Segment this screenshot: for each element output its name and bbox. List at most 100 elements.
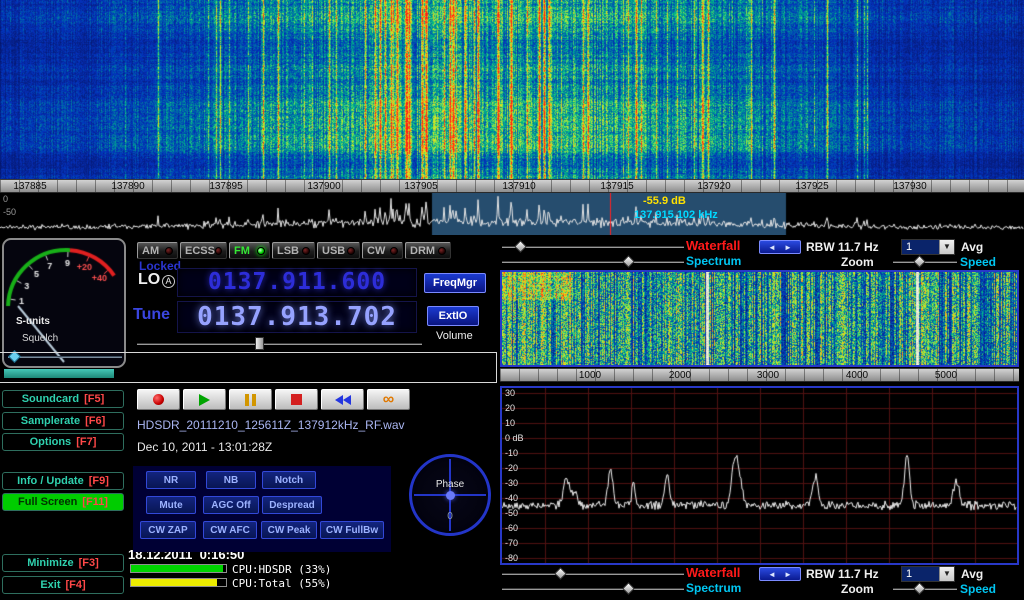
volume-slider[interactable] [137, 337, 422, 350]
cw-zap-button[interactable]: CW ZAP [140, 521, 196, 539]
recording-filename: HDSDR_20111210_125611Z_137912kHz_RF.wav [137, 418, 405, 432]
freqmgr-button[interactable]: FreqMgr [424, 273, 486, 293]
mode-label: ECSS [185, 245, 215, 257]
rf-waterfall-display[interactable] [502, 272, 1017, 365]
db-axis-label: 30 [505, 388, 515, 398]
freq-scale-tick: 137925 [795, 181, 828, 192]
fullscreen-button[interactable]: Full Screen [F11] [2, 493, 124, 511]
right-arrow-icon[interactable]: ► [784, 570, 792, 579]
info-update-button[interactable]: Info / Update [F9] [2, 472, 124, 490]
nb-button[interactable]: NB [206, 471, 256, 489]
slider-thumb[interactable] [913, 255, 926, 268]
extio-button[interactable]: ExtIO [427, 306, 479, 326]
mode-led-icon [165, 247, 173, 255]
mode-label: LSB [277, 245, 299, 257]
slider-thumb[interactable] [622, 582, 635, 595]
mode-label: DRM [410, 245, 435, 257]
freq-scale-tick: 137930 [893, 181, 926, 192]
mode-button-fm[interactable]: FM [229, 242, 270, 259]
slider-thumb[interactable] [622, 255, 635, 268]
exit-button[interactable]: Exit [F4] [2, 576, 124, 594]
loop-button[interactable]: ∞ [367, 389, 410, 410]
cw-peak-button[interactable]: CW Peak [261, 521, 317, 539]
spectrum-label-bottom[interactable]: Spectrum [686, 581, 741, 595]
slider-thumb[interactable] [554, 567, 567, 580]
zoom-label-top: Zoom [841, 255, 874, 269]
samplerate-button[interactable]: Samplerate [F6] [2, 412, 124, 430]
info-update-button-key: [F9] [89, 475, 109, 487]
waterfall-brightness-slider-bottom[interactable] [502, 567, 684, 580]
avg-select-bottom[interactable]: 1 ▼ [901, 566, 955, 582]
nr-button[interactable]: NR [146, 471, 196, 489]
info-update-button-label: Info / Update [17, 475, 84, 487]
cw-afc-button[interactable]: CW AFC [203, 521, 257, 539]
rf-scale-tick: 2000 [669, 370, 691, 381]
rewind-triangle [335, 395, 343, 405]
waterfall-brightness-slider-top[interactable] [502, 240, 684, 253]
agc-off-button[interactable]: AGC Off [203, 496, 259, 514]
despread-button[interactable]: Despread [262, 496, 322, 514]
mode-button-cw[interactable]: CW [362, 242, 403, 259]
spectrum-axis-label: 0 [3, 194, 8, 204]
record-button[interactable] [137, 389, 180, 410]
mode-button-lsb[interactable]: LSB [272, 242, 315, 259]
minimize-button[interactable]: Minimize [F3] [2, 554, 124, 572]
rewind-button[interactable] [321, 389, 364, 410]
rf-scale-tick: 3000 [757, 370, 779, 381]
waterfall-shift-buttons-top[interactable]: ◄ ► [759, 240, 801, 254]
main-waterfall-display[interactable] [0, 0, 1024, 179]
spectrum-range-slider-bottom[interactable] [502, 582, 684, 595]
mode-button-am[interactable]: AM [137, 242, 178, 259]
main-spectrum-display[interactable] [0, 193, 1024, 235]
mute-button[interactable]: Mute [146, 496, 196, 514]
mode-label: FM [234, 245, 250, 257]
rf-frequency-scale[interactable]: 1000 2000 3000 4000 5000 [500, 368, 1019, 382]
waterfall-label-top[interactable]: Waterfall [686, 238, 740, 253]
play-button[interactable] [183, 389, 226, 410]
waterfall-shift-buttons-bottom[interactable]: ◄ ► [759, 567, 801, 581]
cpu-total-meter-fill [131, 579, 217, 586]
dropdown-arrow-icon[interactable]: ▼ [939, 567, 954, 581]
rf-waterfall-frame [500, 270, 1019, 367]
cpu-hdsdr-label: CPU:HDSDR (33%) [232, 563, 331, 576]
record-icon [153, 394, 164, 405]
slider-thumb[interactable] [514, 240, 527, 253]
mode-button-ecss[interactable]: ECSS [180, 242, 227, 259]
phase-dial[interactable]: Phase 0 [409, 454, 491, 536]
slider-thumb[interactable] [913, 582, 926, 595]
db-axis-label: -30 [505, 478, 518, 488]
af-spectrum-display[interactable] [502, 388, 1017, 563]
pause-icon [245, 394, 256, 406]
s-units-label: S-units [16, 316, 50, 327]
volume-slider-thumb[interactable] [255, 337, 264, 350]
mode-button-usb[interactable]: USB [317, 242, 360, 259]
tune-frequency-display[interactable]: 0137.913.702 [177, 301, 417, 333]
frequency-scale[interactable]: 137885 137890 137895 137900 137905 13791… [0, 179, 1024, 193]
left-arrow-icon[interactable]: ◄ [768, 243, 776, 252]
notch-button[interactable]: Notch [262, 471, 316, 489]
spectrum-label-top[interactable]: Spectrum [686, 254, 741, 268]
exit-button-key: [F4] [66, 579, 86, 591]
spectrum-range-slider-top[interactable] [502, 255, 684, 268]
pause-bar [245, 394, 249, 406]
waterfall-label-bottom[interactable]: Waterfall [686, 565, 740, 580]
dropdown-arrow-icon[interactable]: ▼ [939, 240, 954, 254]
left-arrow-icon[interactable]: ◄ [768, 570, 776, 579]
options-button-key: [F7] [76, 436, 96, 448]
vfo-a-badge[interactable]: A [162, 275, 175, 288]
right-arrow-icon[interactable]: ► [784, 243, 792, 252]
mode-button-drm[interactable]: DRM [405, 242, 451, 259]
lo-frequency-display[interactable]: 0137.911.600 [177, 268, 417, 297]
cw-fullbw-button[interactable]: CW FullBw [320, 521, 384, 539]
options-button[interactable]: Options [F7] [2, 433, 124, 451]
rewind-icon [335, 395, 351, 405]
pause-button[interactable] [229, 389, 272, 410]
soundcard-button[interactable]: Soundcard [F5] [2, 390, 124, 408]
slider-groove [502, 261, 684, 263]
zoom-slider-top[interactable] [893, 255, 957, 268]
stop-button[interactable] [275, 389, 318, 410]
zoom-slider-bottom[interactable] [893, 582, 957, 595]
avg-select-top[interactable]: 1 ▼ [901, 239, 955, 255]
dsp-panel: NR NB Notch Mute AGC Off Despread CW ZAP… [133, 466, 391, 552]
signal-level-bar [4, 369, 114, 378]
